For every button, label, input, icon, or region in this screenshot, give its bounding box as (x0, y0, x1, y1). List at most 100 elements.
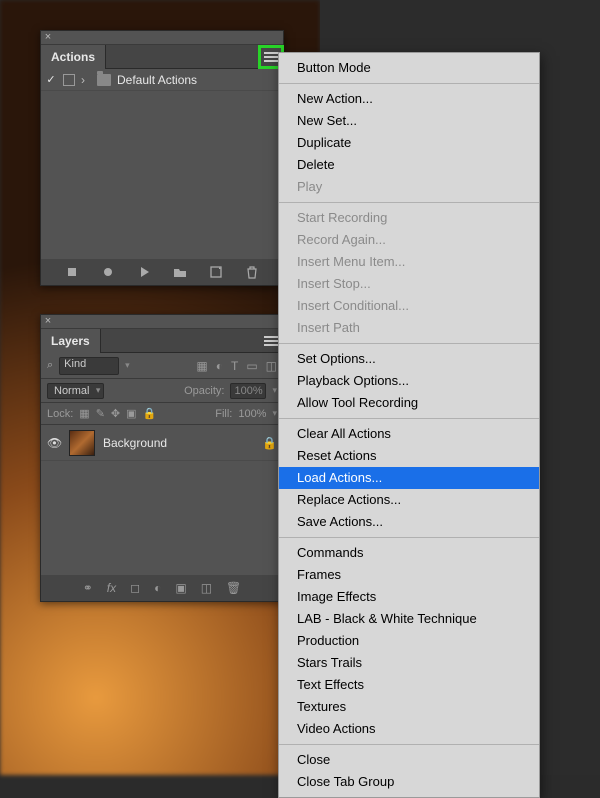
actions-panel: × Actions ✓ › Default Actions (40, 30, 284, 286)
actions-body (41, 91, 283, 259)
menu-item[interactable]: Video Actions (279, 718, 539, 740)
menu-separator (279, 343, 539, 344)
menu-item[interactable]: Clear All Actions (279, 423, 539, 445)
new-layer-icon[interactable]: ◫ (201, 581, 212, 595)
filter-shape-icon[interactable]: ▭ (246, 359, 257, 373)
lock-icon: 🔒 (262, 436, 277, 450)
search-icon: ⌕ (47, 359, 53, 372)
visibility-icon[interactable]: 👁 (47, 436, 61, 450)
tab-actions[interactable]: Actions (41, 45, 106, 69)
filter-pixel-icon[interactable]: ▦ (196, 359, 207, 373)
menu-item: Insert Path (279, 317, 539, 339)
blend-row: Normal Opacity: 100% ▾ (41, 379, 283, 403)
filter-kind-select[interactable]: Kind (59, 357, 119, 375)
menu-item: Insert Stop... (279, 273, 539, 295)
layers-body (41, 461, 283, 575)
close-icon[interactable]: × (41, 31, 55, 45)
new-set-icon[interactable] (173, 265, 187, 279)
menu-item[interactable]: Frames (279, 564, 539, 586)
lock-transparent-icon[interactable]: ▦ (79, 407, 89, 420)
menu-item[interactable]: Stars Trails (279, 652, 539, 674)
menu-item[interactable]: Replace Actions... (279, 489, 539, 511)
opacity-input[interactable]: 100% (230, 383, 266, 399)
menu-item: Start Recording (279, 207, 539, 229)
menu-item[interactable]: LAB - Black & White Technique (279, 608, 539, 630)
tab-layers[interactable]: Layers (41, 329, 101, 353)
menu-separator (279, 202, 539, 203)
record-icon[interactable] (101, 265, 115, 279)
adjustment-icon[interactable]: ◐ (154, 581, 161, 595)
hamburger-icon (264, 336, 278, 346)
menu-item[interactable]: Load Actions... (279, 467, 539, 489)
filter-type-icon[interactable]: T (231, 359, 238, 373)
toggle-check-icon[interactable]: ✓ (45, 73, 57, 86)
menu-item[interactable]: New Action... (279, 88, 539, 110)
layer-name[interactable]: Background (103, 436, 254, 450)
dialog-toggle-icon[interactable] (63, 74, 75, 86)
menu-item[interactable]: Textures (279, 696, 539, 718)
filter-adjust-icon[interactable]: ◐ (216, 359, 223, 373)
fill-label: Fill: (215, 408, 232, 420)
menu-item[interactable]: New Set... (279, 110, 539, 132)
group-icon[interactable]: ▣ (175, 581, 186, 595)
lock-position-icon[interactable]: ✥ (111, 407, 120, 420)
panel-tabrow: Layers (41, 329, 283, 353)
menu-item: Record Again... (279, 229, 539, 251)
stop-icon[interactable] (65, 265, 79, 279)
filter-smart-icon[interactable]: ◫ (266, 359, 277, 373)
layers-panel: × Layers ⌕ Kind ▾ ▦ ◐ T ▭ ◫ Normal Opaci… (40, 314, 284, 602)
opacity-label: Opacity: (184, 385, 224, 397)
layers-footer: ⚭ fx ◻ ◐ ▣ ◫ 🗑 (41, 575, 283, 601)
menu-item[interactable]: Close Tab Group (279, 771, 539, 793)
layer-filter-row: ⌕ Kind ▾ ▦ ◐ T ▭ ◫ (41, 353, 283, 379)
trash-icon[interactable]: 🗑 (226, 581, 241, 595)
layer-row[interactable]: 👁 Background 🔒 (41, 425, 283, 461)
lock-paint-icon[interactable]: ✎ (96, 407, 105, 420)
chevron-down-icon: ▾ (272, 385, 277, 396)
menu-item[interactable]: Button Mode (279, 57, 539, 79)
hamburger-icon (264, 52, 278, 62)
menu-item[interactable]: Text Effects (279, 674, 539, 696)
new-action-icon[interactable] (209, 265, 223, 279)
menu-item[interactable]: Playback Options... (279, 370, 539, 392)
menu-separator (279, 537, 539, 538)
action-set-row[interactable]: ✓ › Default Actions (41, 69, 283, 91)
actions-context-menu[interactable]: Button Mode New Action...New Set...Duplic… (278, 52, 540, 798)
menu-item[interactable]: Commands (279, 542, 539, 564)
menu-item[interactable]: Image Effects (279, 586, 539, 608)
menu-separator (279, 744, 539, 745)
menu-separator (279, 83, 539, 84)
menu-item: Insert Conditional... (279, 295, 539, 317)
panel-tabrow: Actions (41, 45, 283, 69)
fill-input[interactable]: 100% (238, 408, 266, 420)
menu-item[interactable]: Reset Actions (279, 445, 539, 467)
panel-titlebar[interactable]: × (41, 31, 283, 45)
trash-icon[interactable] (245, 265, 259, 279)
layer-thumbnail[interactable] (69, 430, 95, 456)
menu-item[interactable]: Duplicate (279, 132, 539, 154)
folder-icon (97, 74, 111, 86)
menu-separator (279, 418, 539, 419)
lock-all-icon[interactable]: 🔒 (143, 407, 157, 420)
menu-item[interactable]: Delete (279, 154, 539, 176)
action-set-label: Default Actions (117, 73, 279, 87)
chevron-right-icon[interactable]: › (81, 73, 91, 87)
link-layers-icon[interactable]: ⚭ (83, 581, 93, 595)
blend-mode-select[interactable]: Normal (47, 383, 104, 399)
lock-artboard-icon[interactable]: ▣ (126, 407, 136, 420)
panel-titlebar[interactable]: × (41, 315, 283, 329)
actions-footer (41, 259, 283, 285)
menu-item[interactable]: Production (279, 630, 539, 652)
play-icon[interactable] (137, 265, 151, 279)
fx-icon[interactable]: fx (107, 581, 116, 595)
menu-item[interactable]: Allow Tool Recording (279, 392, 539, 414)
menu-item[interactable]: Close (279, 749, 539, 771)
chevron-down-icon: ▾ (272, 408, 277, 419)
mask-icon[interactable]: ◻ (130, 581, 140, 595)
menu-item[interactable]: Save Actions... (279, 511, 539, 533)
lock-row: Lock: ▦ ✎ ✥ ▣ 🔒 Fill: 100% ▾ (41, 403, 283, 425)
menu-item[interactable]: Set Options... (279, 348, 539, 370)
chevron-down-icon: ▾ (125, 360, 130, 371)
menu-item: Insert Menu Item... (279, 251, 539, 273)
close-icon[interactable]: × (41, 315, 55, 329)
